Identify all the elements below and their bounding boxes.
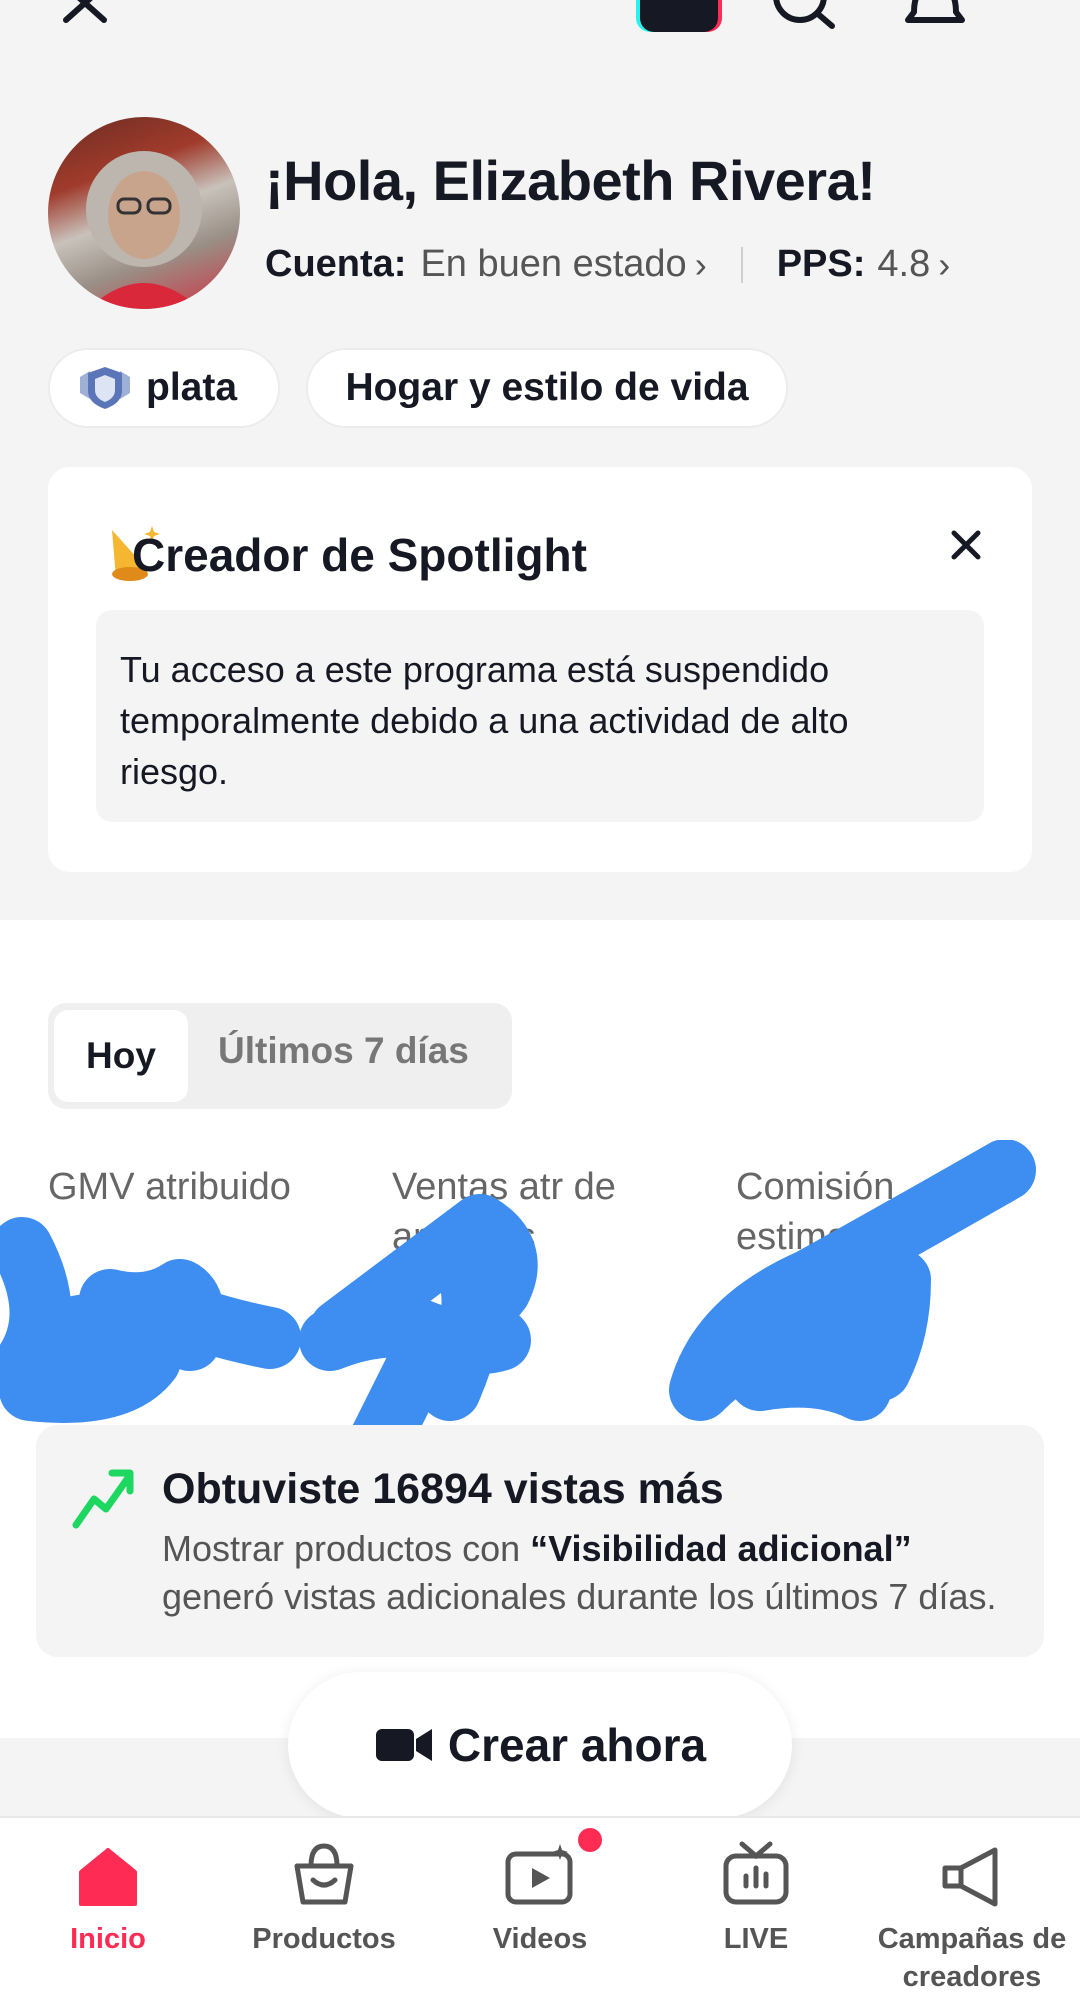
avatar[interactable] xyxy=(48,117,240,309)
home-icon xyxy=(0,1836,216,1908)
create-now-label: Crear ahora xyxy=(447,1719,707,1771)
search-icon[interactable] xyxy=(770,0,840,35)
megaphone-icon xyxy=(864,1836,1080,1908)
create-now-button[interactable]: Crear ahora xyxy=(288,1672,792,1818)
video-camera-icon xyxy=(374,1725,448,1765)
tab-last-7-days[interactable]: Últimos 7 días xyxy=(218,1030,469,1072)
top-bar xyxy=(0,0,1080,40)
category-label: Hogar y estilo de vida xyxy=(345,366,749,409)
insight-body-suffix: generó vistas adicionales durante los úl… xyxy=(162,1576,997,1617)
app-icon[interactable] xyxy=(640,0,718,32)
nav-label-campanas: Campañas de creadores xyxy=(877,1923,1067,1993)
notification-dot xyxy=(578,1828,602,1852)
nav-label-productos: Productos xyxy=(252,1923,396,1955)
insight-body-highlight: “Visibilidad adicional” xyxy=(530,1528,912,1569)
nav-item-videos[interactable]: Videos xyxy=(432,1836,648,1958)
greeting-title: ¡Hola, Elizabeth Rivera! xyxy=(265,149,876,212)
nav-label-inicio: Inicio xyxy=(70,1923,146,1955)
bell-icon[interactable] xyxy=(900,0,970,35)
account-status-link[interactable]: En buen estado xyxy=(420,243,686,286)
spotlight-message-box: Tu acceso a este programa está suspendid… xyxy=(96,610,984,822)
pps-label: PPS: xyxy=(776,243,866,285)
chevron-right-icon[interactable]: › xyxy=(938,244,950,286)
video-icon xyxy=(432,1836,648,1908)
spotlight-message: Tu acceso a este programa está suspendid… xyxy=(120,649,849,792)
close-icon[interactable] xyxy=(948,527,984,568)
insight-body-prefix: Mostrar productos con xyxy=(162,1528,531,1569)
tab-today[interactable]: Hoy xyxy=(54,1010,188,1102)
nav-item-live[interactable]: LIVE xyxy=(648,1836,864,1958)
live-tv-icon xyxy=(648,1836,864,1908)
spotlight-title: Creador de Spotlight xyxy=(132,529,587,581)
close-icon[interactable] xyxy=(60,0,112,31)
trending-up-icon xyxy=(70,1465,138,1536)
nav-item-inicio[interactable]: Inicio xyxy=(0,1836,216,1958)
category-badge[interactable]: Hogar y estilo de vida xyxy=(306,348,788,428)
shield-icon xyxy=(76,365,134,411)
chevron-right-icon[interactable]: › xyxy=(695,244,707,286)
tier-badge[interactable]: plata xyxy=(48,348,280,428)
tier-label: plata xyxy=(146,366,238,409)
account-label: Cuenta: xyxy=(265,243,407,285)
nav-item-campanas[interactable]: Campañas de creadores xyxy=(864,1836,1080,1996)
account-status-row: Cuenta: En buen estado › PPS: 4.8 › xyxy=(265,243,950,286)
nav-item-productos[interactable]: Productos xyxy=(216,1836,432,1958)
shopping-bag-icon xyxy=(216,1836,432,1908)
insight-description: Mostrar productos con “Visibilidad adici… xyxy=(162,1525,1022,1621)
divider xyxy=(740,246,743,283)
nav-label-videos: Videos xyxy=(492,1923,588,1955)
nav-label-live: LIVE xyxy=(723,1923,789,1955)
insight-title: Obtuviste 16894 vistas más xyxy=(162,1465,724,1513)
pps-value-link[interactable]: 4.8 xyxy=(877,243,930,286)
